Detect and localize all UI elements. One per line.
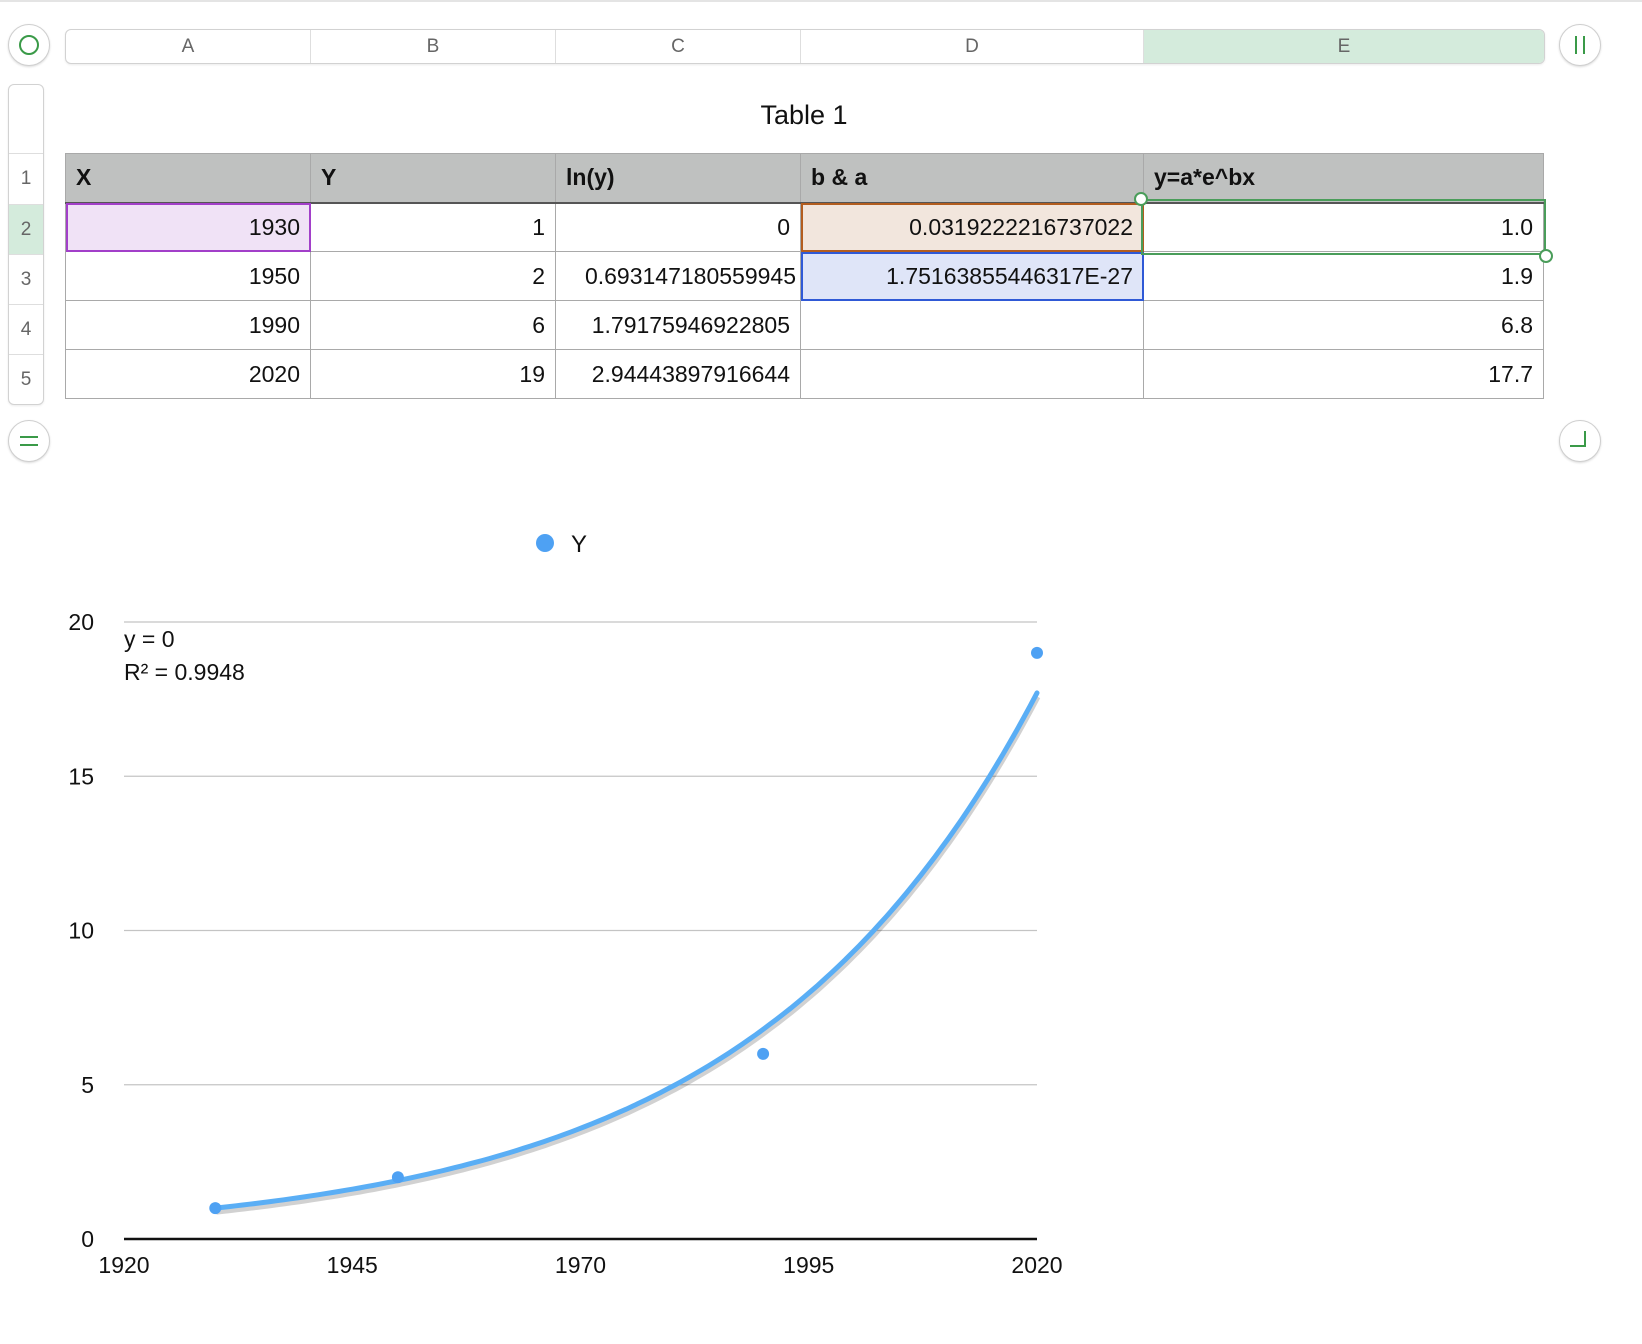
legend-marker [536, 534, 554, 552]
data-point[interactable] [209, 1202, 222, 1215]
data-point[interactable] [391, 1171, 404, 1184]
x-tick-label: 2020 [1011, 1252, 1062, 1278]
trendline-shadow [216, 695, 1041, 1215]
trendline-equation: y = 0 [124, 626, 175, 652]
data-point[interactable] [1031, 646, 1043, 659]
legend-label: Y [571, 531, 587, 558]
x-tick-label: 1920 [98, 1252, 149, 1278]
data-point[interactable] [757, 1047, 770, 1060]
y-tick-label: 5 [81, 1072, 94, 1098]
x-tick-label: 1995 [783, 1252, 834, 1278]
x-tick-label: 1970 [555, 1252, 606, 1278]
trendline [212, 690, 1040, 1211]
y-tick-label: 10 [68, 918, 94, 944]
scatter-chart[interactable]: 0 5 10 15 20 1920 1945 1970 1995 2020 Yy = 0 R² = 0… [0, 0, 1642, 1344]
y-tick-label: 15 [68, 763, 94, 789]
y-tick-label: 0 [81, 1226, 94, 1252]
x-tick-label: 1945 [327, 1252, 378, 1278]
y-tick-label: 20 [68, 609, 94, 635]
trendline-r-squared: R² = 0.9948 [124, 659, 245, 685]
